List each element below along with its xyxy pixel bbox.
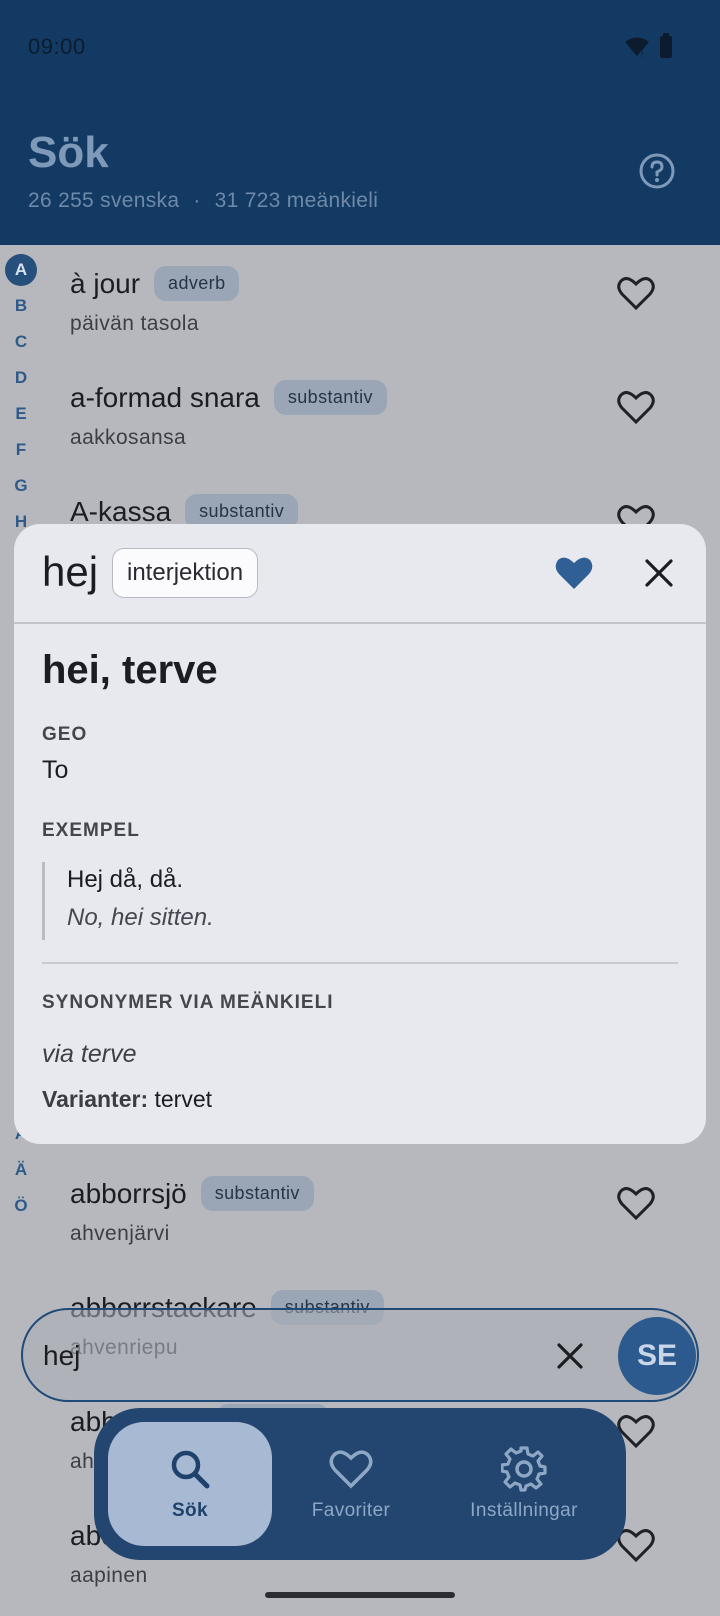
example-quote: Hej då, då. No, hei sitten. [42,862,662,940]
alphabet-letter-ä[interactable]: Ä [4,1152,38,1188]
home-indicator [265,1592,455,1598]
alphabet-letter-c[interactable]: C [4,324,38,360]
close-icon[interactable] [642,556,676,590]
search-bar: SE [21,1308,699,1402]
example-label: EXEMPEL [42,820,140,841]
list-term: A-kassa [70,495,172,527]
alphabet-letter-label: C [14,332,28,351]
nav-favorites-label: Favoriter [311,1500,391,1521]
variants-value: tervet [154,1086,213,1112]
variants-label: Varianter: [42,1086,149,1112]
heart-outline-icon[interactable] [616,388,656,426]
bottom-navigation: Sök Favoriter Inställningar [94,1408,626,1560]
count-swedish: 26 255 svenska [28,189,180,212]
alphabet-letter-label: G [14,476,28,495]
list-item[interactable]: à jour adverb päivän tasola [70,252,690,362]
alphabet-letter-label: Ö [14,1196,28,1215]
heart-icon [329,1450,373,1489]
battery-icon [660,33,672,58]
close-icon[interactable] [553,1339,587,1373]
count-separator: · [193,189,201,212]
alphabet-letter-e[interactable]: E [4,396,38,432]
language-toggle-button[interactable]: SE [618,1317,696,1395]
pos-tag: substantiv [200,1176,314,1211]
nav-settings[interactable]: Inställningar [444,1422,604,1546]
synonyms-via: via terve [42,1040,137,1068]
list-translation: aakkosansa [70,426,187,449]
heart-outline-icon[interactable] [616,274,656,312]
list-translation: ahvenjärvi [70,1222,170,1245]
nav-settings-label: Inställningar [470,1500,578,1521]
dialog-word: hej [42,548,99,595]
svg-text:!: ! [641,50,643,58]
alphabet-letter-label: D [14,368,28,387]
list-translation: päivän tasola [70,312,199,335]
list-translation: aapinen [70,1564,148,1587]
alphabet-letter-label: B [14,296,28,315]
dialog-translation: hei, terve [42,648,218,692]
page-title: Sök [28,128,109,177]
section-divider [42,962,678,964]
help-icon[interactable] [638,152,676,190]
list-term: a-formad snara [70,381,260,413]
alphabet-letter-label: E [15,404,27,423]
dialog-pos-tag: interjektion [112,548,259,598]
variants: Varianter: tervet [42,1086,212,1113]
alphabet-letter-d[interactable]: D [4,360,38,396]
alphabet-letter-a[interactable]: A [4,252,38,288]
alphabet-letter-label: A [5,254,37,286]
list-term: abborrsjö [70,1177,187,1209]
search-input[interactable] [43,1336,503,1376]
pos-tag: substantiv [273,380,387,415]
alphabet-letter-label: F [15,440,27,459]
example-swedish: Hej då, då. [67,866,184,893]
count-meankieli: 31 723 meänkieli [214,189,379,212]
alphabet-letter-f[interactable]: F [4,432,38,468]
alphabet-letter-b[interactable]: B [4,288,38,324]
word-counts: 26 255 svenska · 31 723 meänkieli [28,189,378,213]
alphabet-letter-label: Ä [14,1160,28,1179]
nav-search[interactable]: Sök [108,1422,272,1546]
geo-value: To [42,756,69,784]
pos-tag: adverb [154,266,240,301]
app-header: 09:00 ! Sök 26 255 svenska · 31 723 meän… [0,0,720,245]
heart-outline-icon[interactable] [616,1184,656,1222]
example-meankieli: No, hei sitten. [67,904,214,931]
search-icon [171,1450,210,1489]
geo-label: GEO [42,724,88,745]
alphabet-letter-ö[interactable]: Ö [4,1188,38,1224]
gear-icon [501,1446,547,1492]
heart-filled-icon[interactable] [554,554,594,592]
list-item[interactable]: a-formad snara substantiv aakkosansa [70,366,690,476]
status-time: 09:00 [28,34,86,59]
list-term: à jour [70,267,141,299]
synonyms-label: SYNONYMER VIA MEÄNKIELI [42,992,334,1013]
nav-search-label: Sök [171,1500,209,1521]
word-detail-dialog: hej interjektion hei, terve GEO To EXEMP… [14,524,706,1144]
nav-favorites[interactable]: Favoriter [286,1422,416,1546]
alphabet-letter-g[interactable]: G [4,468,38,504]
list-item[interactable]: abborrsjö substantiv ahvenjärvi [70,1162,690,1272]
wifi-icon: ! [625,37,649,58]
status-icons: ! [624,33,672,58]
dialog-header: hej interjektion [14,524,706,624]
